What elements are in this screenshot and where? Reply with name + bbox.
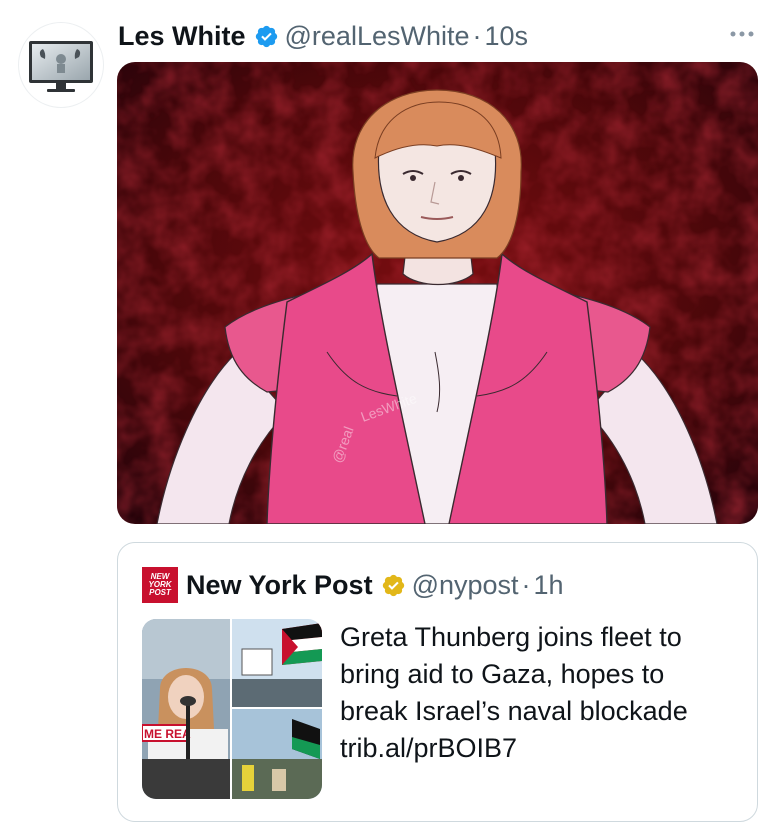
- author-handle[interactable]: @realLesWhite: [285, 21, 470, 52]
- quote-text-line: Greta Thunberg joins fleet to: [340, 622, 682, 652]
- tweet-header: Les White @realLesWhite · 10s: [118, 16, 528, 56]
- author-name[interactable]: Les White: [118, 21, 246, 52]
- quoted-tweet-card[interactable]: NEW YORK POST New York Post @nypost · 1h: [117, 542, 758, 822]
- quote-thumbnail-image[interactable]: ME REA: [142, 619, 322, 799]
- author-avatar[interactable]: [18, 22, 104, 108]
- quote-text-line: break Israel’s naval blockade: [340, 696, 688, 726]
- tweet[interactable]: Les White @realLesWhite · 10s @real LesW…: [0, 0, 775, 826]
- cartoon-illustration: @real LesWhite: [117, 62, 758, 524]
- quote-timestamp[interactable]: 1h: [534, 570, 564, 601]
- verified-badge-icon: [255, 25, 277, 47]
- quote-text-line: bring aid to Gaza, hopes to: [340, 659, 665, 689]
- quote-author-name[interactable]: New York Post: [186, 570, 373, 601]
- tweet-timestamp[interactable]: 10s: [485, 21, 529, 52]
- gold-verified-badge-icon: [382, 574, 404, 596]
- more-horizontal-icon[interactable]: [727, 22, 757, 46]
- quote-tweet-text: Greta Thunberg joins fleet to bring aid …: [340, 619, 740, 767]
- quote-header: NEW YORK POST New York Post @nypost · 1h: [142, 567, 564, 603]
- quote-link[interactable]: trib.al/prBOIB7: [340, 730, 740, 767]
- thumb-sign-text: ME REA: [144, 727, 191, 741]
- separator-dot: ·: [521, 569, 531, 600]
- quote-author-handle[interactable]: @nypost: [412, 570, 519, 601]
- news-collage-image: ME REA: [142, 619, 322, 799]
- tweet-media-image[interactable]: @real LesWhite: [117, 62, 758, 524]
- logo-text-line: POST: [149, 588, 171, 597]
- separator-dot: ·: [472, 20, 482, 51]
- tv-avatar-icon: [29, 41, 93, 92]
- nypost-avatar[interactable]: NEW YORK POST: [142, 567, 178, 603]
